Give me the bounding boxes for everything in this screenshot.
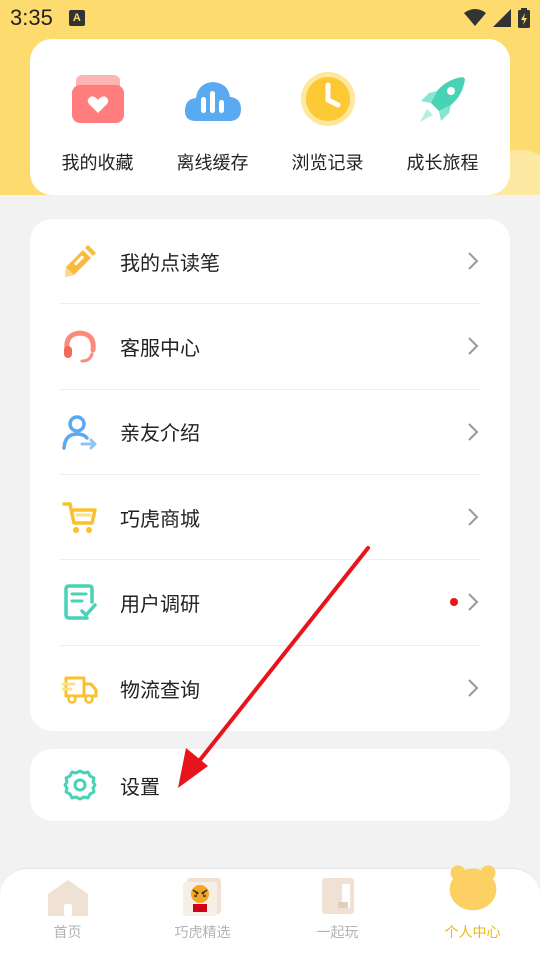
history-icon	[298, 69, 358, 129]
menu-item-label: 我的点读笔	[120, 250, 220, 275]
quick-action-history[interactable]: 浏览记录	[273, 69, 383, 175]
menu-item-label: 客服中心	[120, 335, 200, 360]
chevron-right-icon	[468, 337, 479, 356]
menu-item-logistics[interactable]: 物流查询	[60, 646, 480, 731]
chevron-right-icon	[468, 252, 479, 270]
status-time: 3:35	[10, 5, 53, 30]
menu-item-user-survey[interactable]: 用户调研	[60, 560, 480, 646]
quick-action-growth-journey[interactable]: 成长旅程	[388, 69, 498, 175]
rocket-icon	[413, 69, 473, 129]
quick-actions-card: 我的收藏 离线缓存 浏览记录 成长旅程	[30, 39, 510, 195]
chevron-right-icon	[468, 508, 479, 526]
tab-home[interactable]: 首页	[13, 876, 123, 942]
menu-item-customer-service[interactable]: 客服中心	[60, 304, 480, 390]
tab-label: 个人中心	[444, 925, 501, 941]
menu-item-reading-pen[interactable]: 我的点读笔	[60, 219, 480, 305]
tab-label: 巧虎精选	[174, 925, 231, 941]
chevron-right-icon	[468, 423, 479, 441]
headset-icon	[60, 326, 100, 366]
delivery-truck-icon	[60, 668, 100, 708]
gear-icon	[60, 765, 100, 805]
signal-icon	[493, 9, 511, 27]
menu-item-label: 物流查询	[120, 677, 200, 702]
survey-icon	[60, 582, 100, 622]
menu-item-label: 用户调研	[120, 591, 200, 616]
battery-icon	[518, 8, 530, 28]
qiaohu-picks-icon	[178, 876, 228, 916]
shopping-cart-icon	[60, 497, 100, 537]
pen-icon	[60, 241, 100, 281]
bear-profile-icon	[448, 856, 498, 916]
menu-list-card: 我的点读笔 客服中心 亲友介绍 巧虎商城 用户调研 物流查询	[30, 219, 510, 731]
offline-cache-icon	[183, 69, 243, 129]
play-together-icon	[313, 876, 363, 916]
settings-label: 设置	[120, 774, 160, 799]
wifi-icon	[464, 9, 486, 26]
quick-action-label: 我的收藏	[61, 153, 134, 174]
refer-friend-icon	[60, 412, 100, 452]
bottom-tab-bar: 首页 巧虎精选 一起玩 个人中心	[0, 865, 540, 960]
quick-action-offline-cache[interactable]: 离线缓存	[158, 69, 268, 175]
menu-item-label: 巧虎商城	[120, 506, 200, 531]
favorites-icon	[68, 69, 128, 129]
tab-label: 一起玩	[316, 925, 359, 941]
quick-action-favorites[interactable]: 我的收藏	[43, 69, 153, 175]
chevron-right-icon	[468, 593, 479, 612]
quick-action-label: 成长旅程	[406, 153, 479, 174]
tab-play-together[interactable]: 一起玩	[283, 876, 393, 942]
red-dot-badge	[450, 598, 458, 607]
notification-a-icon: A	[68, 10, 85, 26]
menu-item-qiaohu-mall[interactable]: 巧虎商城	[60, 475, 480, 561]
chevron-right-icon	[468, 679, 479, 698]
home-icon	[43, 876, 93, 916]
quick-action-label: 浏览记录	[291, 153, 364, 174]
settings-item[interactable]: 设置	[30, 749, 510, 821]
tab-qiaohu-picks[interactable]: 巧虎精选	[148, 876, 258, 942]
status-bar: 3:35 A	[0, 0, 540, 36]
menu-item-refer-friends[interactable]: 亲友介绍	[60, 390, 480, 475]
menu-item-label: 亲友介绍	[120, 421, 200, 446]
tab-label: 首页	[53, 925, 82, 941]
quick-action-label: 离线缓存	[176, 153, 249, 174]
tab-personal-center[interactable]: 个人中心	[418, 865, 528, 942]
